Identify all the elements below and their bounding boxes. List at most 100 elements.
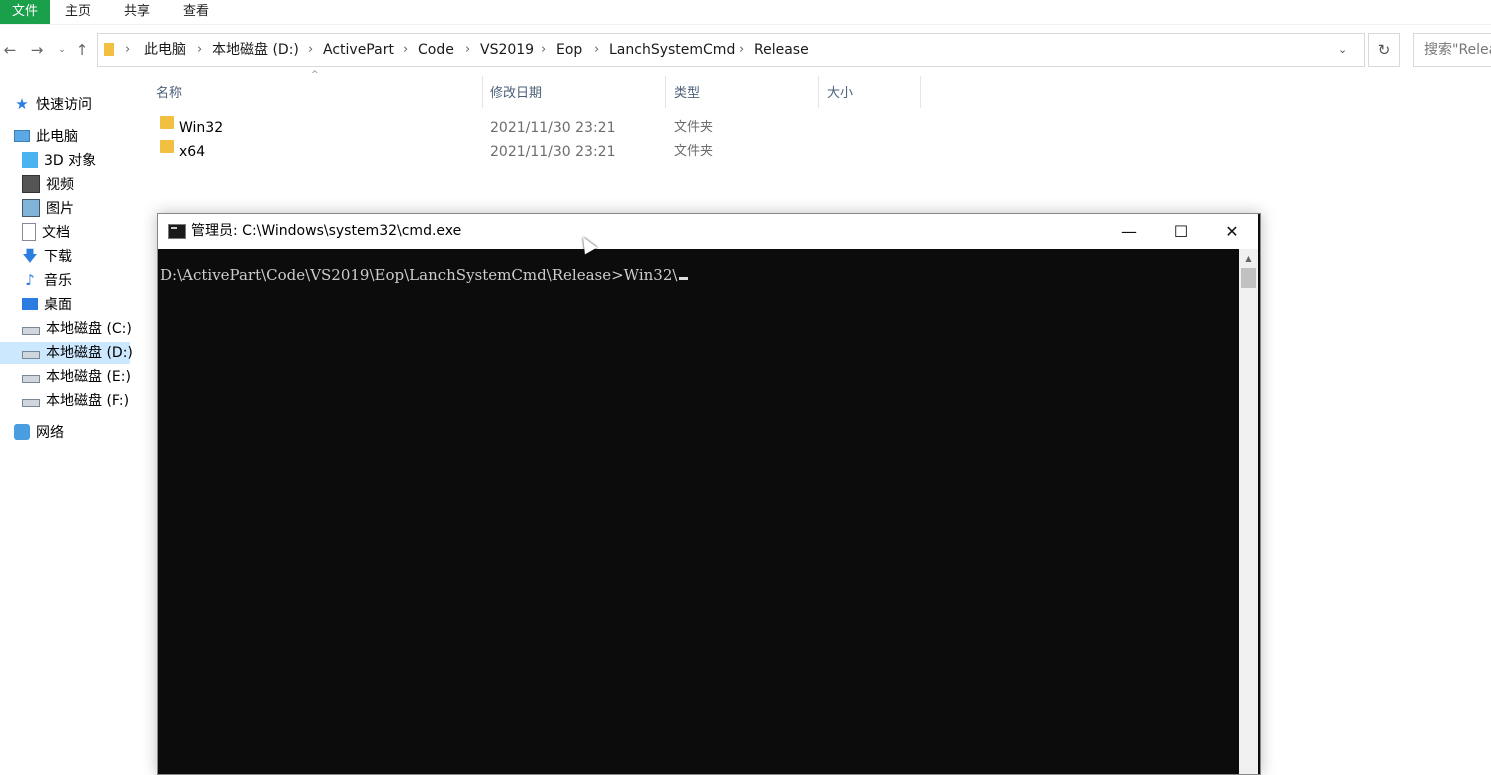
column-divider[interactable] xyxy=(818,76,819,108)
nav-label: 快速访问 xyxy=(36,97,92,113)
nav-videos[interactable]: 视频 xyxy=(22,174,74,196)
nav-drive-f[interactable]: 本地磁盘 (F:) xyxy=(22,390,129,412)
column-name[interactable]: 名称 xyxy=(156,82,182,106)
tab-file[interactable]: 文件 xyxy=(0,0,50,24)
nav-label: 图片 xyxy=(46,201,74,217)
tab-view[interactable]: 查看 xyxy=(183,0,209,24)
file-row[interactable]: Win32 2021/11/30 23:21 文件夹 xyxy=(156,116,856,140)
crumb-lanchsystemcmd[interactable]: LanchSystemCmd xyxy=(609,34,735,66)
folder-icon xyxy=(104,43,114,56)
nav-3d-objects[interactable]: 3D 对象 xyxy=(22,150,96,172)
scroll-up-icon[interactable]: ▲ xyxy=(1239,249,1258,268)
computer-icon xyxy=(14,130,30,142)
nav-documents[interactable]: 文档 xyxy=(22,222,70,244)
file-row[interactable]: x64 2021/11/30 23:21 文件夹 xyxy=(156,140,856,164)
column-divider[interactable] xyxy=(920,76,921,108)
refresh-icon[interactable]: ↻ xyxy=(1368,33,1400,67)
nav-label: 音乐 xyxy=(44,273,72,289)
address-dropdown-icon[interactable]: ⌄ xyxy=(1338,34,1347,66)
column-modified[interactable]: 修改日期 xyxy=(490,82,542,106)
nav-desktop[interactable]: 桌面 xyxy=(22,294,72,316)
nav-drive-e[interactable]: 本地磁盘 (E:) xyxy=(22,366,131,388)
maximize-button[interactable]: ☐ xyxy=(1158,214,1204,249)
recent-dropdown-icon[interactable]: ⌄ xyxy=(52,40,72,60)
text-cursor xyxy=(679,277,689,280)
sort-ascending-icon: ^ xyxy=(311,70,319,80)
video-icon xyxy=(22,175,40,193)
nav-pictures[interactable]: 图片 xyxy=(22,198,74,220)
folder-icon xyxy=(160,116,174,129)
crumb-separator: › xyxy=(541,42,547,57)
column-divider[interactable] xyxy=(665,76,666,108)
nav-network[interactable]: 网络 xyxy=(14,422,64,444)
file-name: x64 xyxy=(179,144,206,160)
nav-label: 文档 xyxy=(42,225,70,241)
vertical-scrollbar[interactable]: ▲ xyxy=(1239,249,1258,774)
tab-home[interactable]: 主页 xyxy=(65,0,91,24)
console-prompt-text: D:\ActivePart\Code\VS2019\Eop\LanchSyste… xyxy=(160,266,678,284)
nav-downloads[interactable]: 🡇 下载 xyxy=(22,246,72,268)
crumb-separator: › xyxy=(465,42,471,57)
nav-music[interactable]: ♪ 音乐 xyxy=(22,270,72,292)
crumb-separator: › xyxy=(197,42,203,57)
tab-share[interactable]: 共享 xyxy=(124,0,150,24)
drive-icon xyxy=(22,351,40,359)
music-icon: ♪ xyxy=(25,271,35,289)
console-line: D:\ActivePart\Code\VS2019\Eop\LanchSyste… xyxy=(160,266,689,284)
drive-icon xyxy=(22,327,40,335)
cmd-titlebar[interactable]: 管理员: C:\Windows\system32\cmd.exe — ☐ ✕ xyxy=(158,214,1258,249)
folder-icon xyxy=(160,140,174,153)
back-icon[interactable]: ← xyxy=(0,40,20,60)
crumb-activepart[interactable]: ActivePart xyxy=(323,34,394,66)
nav-label: 桌面 xyxy=(44,297,72,313)
crumb-separator: › xyxy=(125,42,131,57)
crumb-separator: › xyxy=(308,42,314,57)
network-icon xyxy=(14,424,30,440)
minimize-button[interactable]: — xyxy=(1106,214,1152,249)
nav-this-pc[interactable]: 此电脑 xyxy=(14,126,78,148)
nav-label: 本地磁盘 (D:) xyxy=(46,345,133,361)
navigation-pane: ★ 快速访问 此电脑 3D 对象 视频 图片 文档 🡇 下载 ♪ 音乐 桌面 本地磁盘… xyxy=(0,88,150,755)
column-size[interactable]: 大小 xyxy=(827,82,853,106)
address-bar[interactable]: › 此电脑 › 本地磁盘 (D:) › ActivePart › Code › … xyxy=(97,33,1365,67)
pictures-icon xyxy=(22,199,40,217)
close-button[interactable]: ✕ xyxy=(1209,214,1255,249)
nav-label: 此电脑 xyxy=(36,129,78,145)
crumb-drive-d[interactable]: 本地磁盘 (D:) xyxy=(212,34,299,66)
search-input[interactable]: 搜索"Release" xyxy=(1413,33,1491,67)
scroll-thumb[interactable] xyxy=(1241,268,1256,288)
crumb-code[interactable]: Code xyxy=(418,34,454,66)
nav-drive-c[interactable]: 本地磁盘 (C:) xyxy=(22,318,132,340)
nav-label: 本地磁盘 (F:) xyxy=(46,393,130,409)
cmd-window[interactable]: 管理员: C:\Windows\system32\cmd.exe — ☐ ✕ D… xyxy=(157,213,1261,775)
ribbon-tabs: 文件 主页 共享 查看 xyxy=(0,0,1491,25)
download-icon: 🡇 xyxy=(22,247,38,265)
crumb-separator: › xyxy=(594,42,600,57)
file-modified: 2021/11/30 23:21 xyxy=(490,144,616,160)
file-modified: 2021/11/30 23:21 xyxy=(490,120,616,136)
console-output[interactable]: D:\ActivePart\Code\VS2019\Eop\LanchSyste… xyxy=(158,249,1238,774)
desktop-icon xyxy=(22,298,38,310)
column-divider[interactable] xyxy=(482,76,483,108)
file-type: 文件夹 xyxy=(674,144,714,159)
nav-label: 视频 xyxy=(46,177,74,193)
crumb-separator: › xyxy=(403,42,409,57)
nav-label: 下载 xyxy=(44,249,72,265)
nav-label: 3D 对象 xyxy=(44,153,97,169)
crumb-eop[interactable]: Eop xyxy=(556,34,582,66)
column-type[interactable]: 类型 xyxy=(674,82,700,106)
nav-label: 本地磁盘 (E:) xyxy=(46,369,131,385)
cmd-title: 管理员: C:\Windows\system32\cmd.exe xyxy=(191,223,462,239)
up-icon[interactable]: ↑ xyxy=(72,40,92,60)
forward-icon[interactable]: → xyxy=(27,40,47,60)
crumb-vs2019[interactable]: VS2019 xyxy=(480,34,534,66)
crumb-this-pc[interactable]: 此电脑 xyxy=(144,34,186,66)
crumb-release[interactable]: Release xyxy=(754,34,809,66)
nav-label: 本地磁盘 (C:) xyxy=(46,321,132,337)
nav-drive-d[interactable]: 本地磁盘 (D:) xyxy=(0,342,133,364)
nav-quick-access[interactable]: ★ 快速访问 xyxy=(14,94,92,116)
star-icon: ★ xyxy=(15,95,29,113)
address-row: ← → ⌄ ↑ › 此电脑 › 本地磁盘 (D:) › ActivePart ›… xyxy=(0,32,1491,70)
nav-label: 网络 xyxy=(36,425,64,441)
drive-icon xyxy=(22,399,40,407)
